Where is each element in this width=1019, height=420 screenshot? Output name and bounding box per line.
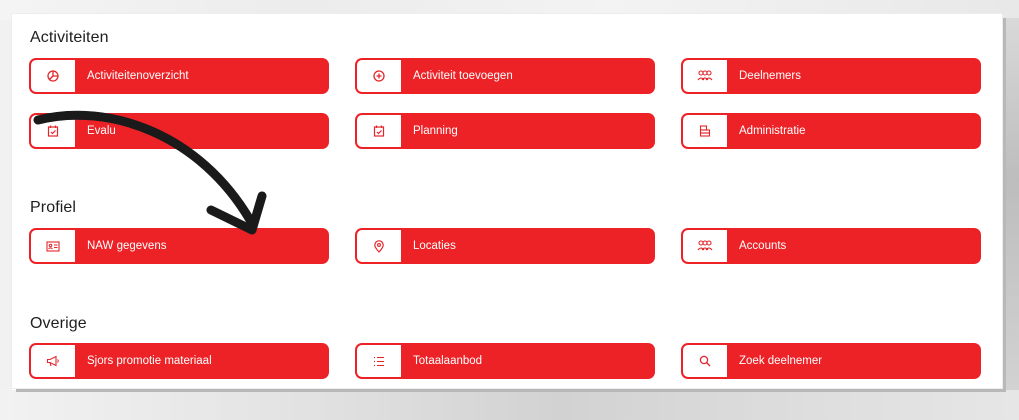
backdrop-left (0, 20, 12, 400)
section-title-activiteiten: Activiteiten (30, 29, 109, 46)
calendar-check-icon (31, 115, 75, 147)
files-icon (683, 115, 727, 147)
accounts-button[interactable]: Accounts (681, 228, 981, 264)
users-icon (683, 230, 727, 262)
button-label: Zoek deelnemer (739, 355, 823, 367)
evaluatie-button[interactable]: Evalu (29, 113, 329, 149)
button-label: Evalu (87, 125, 116, 137)
planning-button[interactable]: Planning (355, 113, 655, 149)
button-label: Deelnemers (739, 70, 801, 82)
section-title-profiel: Profiel (30, 199, 77, 216)
calendar-check-icon (357, 115, 401, 147)
activiteitenoverzicht-button[interactable]: Activiteitenoverzicht (29, 58, 329, 94)
button-label: Activiteitenoverzicht (87, 70, 189, 82)
users-icon (683, 60, 727, 92)
naw-gegevens-button[interactable]: NAW gegevens (29, 228, 329, 264)
search-icon (683, 345, 727, 377)
button-label: Totaalaanbod (413, 355, 483, 367)
plus-circle-icon (357, 60, 401, 92)
button-label: Activiteit toevoegen (413, 70, 513, 82)
activiteit-toevoegen-button[interactable]: Activiteit toevoegen (355, 58, 655, 94)
zoek-deelnemer-button[interactable]: Zoek deelnemer (681, 343, 981, 379)
button-label: Locaties (413, 240, 456, 252)
deelnemers-button[interactable]: Deelnemers (681, 58, 981, 94)
button-label: Administratie (739, 125, 806, 137)
sjors-promotie-materiaal-button[interactable]: Sjors promotie materiaal (29, 343, 329, 379)
section-title-overige: Overige (30, 315, 87, 332)
button-label: Planning (413, 125, 458, 137)
megaphone-icon (31, 345, 75, 377)
map-pin-icon (357, 230, 401, 262)
id-card-icon (31, 230, 75, 262)
chart-pie-icon (31, 60, 75, 92)
button-label: NAW gegevens (87, 240, 167, 252)
list-icon (357, 345, 401, 377)
button-label: Sjors promotie materiaal (87, 355, 212, 367)
button-label: Accounts (739, 240, 787, 252)
administratie-button[interactable]: Administratie (681, 113, 981, 149)
locaties-button[interactable]: Locaties (355, 228, 655, 264)
totaalaanbod-button[interactable]: Totaalaanbod (355, 343, 655, 379)
backdrop-bottom (0, 390, 1019, 420)
